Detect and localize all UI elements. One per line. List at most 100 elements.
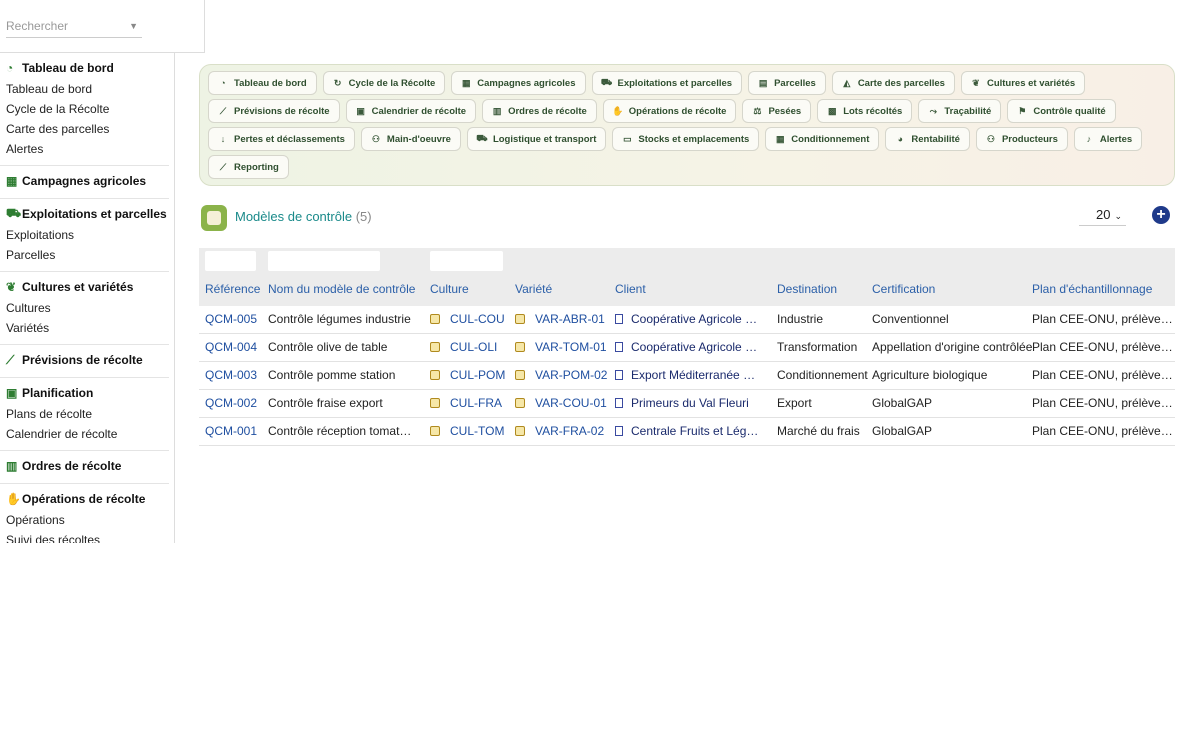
chart-line-icon: ⟋ <box>219 105 227 116</box>
nav-button[interactable]: ▩ Lots récoltés <box>817 99 913 123</box>
reference-link[interactable]: QCM-005 <box>205 312 257 326</box>
table-row[interactable]: QCM-001 Contrôle réception tomate … CUL-TO… <box>199 418 1175 446</box>
tractor-icon: ⛟ <box>6 206 22 220</box>
nav-button-label: Opérations de récolte <box>628 105 727 117</box>
nav-button[interactable]: ⚑ Contrôle qualité <box>1007 99 1116 123</box>
nav-button[interactable]: ◕ Rentabilité <box>885 127 970 151</box>
sidebar-group-header[interactable]: ✋ Opérations de récolte <box>0 488 169 510</box>
variety-link[interactable]: VAR-COU-01 <box>515 396 607 410</box>
variety-code: VAR-POM-02 <box>535 368 608 382</box>
nav-button[interactable]: ▦ Conditionnement <box>765 127 880 151</box>
sidebar-item[interactable]: Alertes <box>0 139 169 159</box>
table-row[interactable]: QCM-003 Contrôle pomme station CUL-POM VAR-… <box>199 362 1175 390</box>
table-row[interactable]: QCM-002 Contrôle fraise export CUL-FRA VAR-… <box>199 390 1175 418</box>
nav-button[interactable]: ⛟ Exploitations et parcelles <box>591 71 743 95</box>
table-row[interactable]: QCM-004 Contrôle olive de table CUL-OLI VAR… <box>199 334 1175 362</box>
reference-link[interactable]: QCM-003 <box>205 368 257 382</box>
sidebar-item[interactable]: Opérations <box>0 510 169 530</box>
sidebar-group-header[interactable]: ▣ Planification <box>0 382 169 404</box>
filter-name[interactable] <box>268 251 380 271</box>
client-link[interactable]: Coopérative Agricole de… <box>615 312 763 326</box>
nav-button[interactable]: ▣ Calendrier de récolte <box>345 99 477 123</box>
culture-link[interactable]: CUL-POM <box>430 368 505 382</box>
page-size-select[interactable]: 20 ⌄ <box>1079 205 1126 226</box>
nav-button[interactable]: ⟋ Prévisions de récolte <box>208 99 340 123</box>
sidebar-item[interactable]: Cultures <box>0 298 169 318</box>
column-header[interactable]: Nom du modèle de contrôle <box>268 282 415 296</box>
culture-link[interactable]: CUL-FRA <box>430 396 502 410</box>
sidebar-group-header[interactable]: ⛟ Exploitations et parcelles <box>0 203 169 225</box>
reference-link[interactable]: QCM-002 <box>205 396 257 410</box>
sampling-plan: Plan CEE-ONU, prélèveme… <box>1032 368 1175 382</box>
column-header[interactable]: Destination <box>777 282 837 296</box>
nav-button[interactable]: ↻ Cycle de la Récolte <box>322 71 446 95</box>
destination: Transformation <box>777 340 858 354</box>
variety-link[interactable]: VAR-TOM-01 <box>515 340 607 354</box>
filter-culture[interactable] <box>430 251 503 271</box>
sidebar-group-title: Ordres de récolte <box>22 459 122 473</box>
nav-button[interactable]: ⤳ Traçabilité <box>918 99 1002 123</box>
column-header[interactable]: Certification <box>872 282 935 296</box>
client-link[interactable]: Centrale Fruits et Légum… <box>615 424 763 438</box>
sidebar-group-title: Planification <box>22 386 94 400</box>
nav-button-label: Tableau de bord <box>234 77 307 89</box>
sidebar-group-header[interactable]: ▥ Ordres de récolte <box>0 455 169 477</box>
nav-button[interactable]: ▦ Campagnes agricoles <box>451 71 586 95</box>
sidebar-item[interactable]: Exploitations <box>0 225 169 245</box>
nav-button[interactable]: ▭ Stocks et emplacements <box>612 127 760 151</box>
variety-link[interactable]: VAR-POM-02 <box>515 368 607 382</box>
nav-button[interactable]: ⚇ Main-d'oeuvre <box>360 127 461 151</box>
client-link[interactable]: Primeurs du Val Fleuri <box>615 396 763 410</box>
sidebar-item[interactable]: Plans de récolte <box>0 404 169 424</box>
sidebar-item[interactable]: Carte des parcelles <box>0 119 169 139</box>
culture-link[interactable]: CUL-COU <box>430 312 505 326</box>
client-link[interactable]: Export Méditerranée Frais <box>615 368 763 382</box>
nav-button[interactable]: ◭ Carte des parcelles <box>831 71 955 95</box>
nav-button[interactable]: ⛟ Logistique et transport <box>466 127 607 151</box>
nav-button[interactable]: ▥ Ordres de récolte <box>482 99 597 123</box>
search-input[interactable]: Rechercher ▼ <box>6 14 142 38</box>
sidebar-group-header[interactable]: ⟋ Prévisions de récolte <box>0 349 169 371</box>
nav-button[interactable]: ⚇ Producteurs <box>975 127 1068 151</box>
client-link[interactable]: Coopérative Agricole de… <box>615 340 763 354</box>
certification: Agriculture biologique <box>872 368 988 382</box>
variety-link[interactable]: VAR-ABR-01 <box>515 312 605 326</box>
variety-link[interactable]: VAR-FRA-02 <box>515 424 604 438</box>
nav-button[interactable]: ▤ Parcelles <box>748 71 826 95</box>
column-header[interactable]: Client <box>615 282 646 296</box>
column-header[interactable]: Culture <box>430 282 469 296</box>
sidebar-item[interactable]: Tableau de bord <box>0 79 169 99</box>
nav-button[interactable]: ⚖ Pesées <box>742 99 812 123</box>
column-header[interactable]: Référence <box>205 282 260 296</box>
calendar-icon: ▦ <box>462 77 471 88</box>
sidebar-item[interactable]: Calendrier de récolte <box>0 424 169 444</box>
nav-button[interactable]: ⟋ Reporting <box>208 155 289 179</box>
client-name: Export Méditerranée Frais <box>631 368 761 382</box>
nav-button[interactable]: ♪ Alertes <box>1073 127 1143 151</box>
sidebar-item[interactable]: Cycle de la Récolte <box>0 99 169 119</box>
nav-button-label: Pesées <box>768 105 802 117</box>
sidebar-item[interactable]: Parcelles <box>0 245 169 265</box>
sidebar-group-header[interactable]: ▦ Campagnes agricoles <box>0 170 169 192</box>
culture-link[interactable]: CUL-TOM <box>430 424 504 438</box>
column-header[interactable]: Plan d'échantillonnage <box>1032 282 1152 296</box>
culture-link[interactable]: CUL-OLI <box>430 340 497 354</box>
table-row[interactable]: QCM-005 Contrôle légumes industrie CUL-COU… <box>199 306 1175 334</box>
nav-button[interactable]: ✋ Opérations de récolte <box>602 99 737 123</box>
chevron-down-icon[interactable]: ▼ <box>129 14 138 38</box>
nav-button[interactable]: ↓ Pertes et déclassements <box>208 127 355 151</box>
sidebar-group-header[interactable]: ❦ Cultures et variétés <box>0 276 169 298</box>
sidebar-group-header[interactable]: ◔ Tableau de bord <box>0 57 169 79</box>
sidebar-item[interactable]: Variétés <box>0 318 169 338</box>
destination: Export <box>777 396 812 410</box>
add-button[interactable]: + <box>1152 206 1170 224</box>
reference-link[interactable]: QCM-004 <box>205 340 257 354</box>
clipboard-check-icon: ▥ <box>492 105 502 116</box>
column-header[interactable]: Variété <box>515 282 552 296</box>
nav-button[interactable]: ◔ Tableau de bord <box>208 71 317 95</box>
nav-button[interactable]: ❦ Cultures et variétés <box>960 71 1086 95</box>
reference-link[interactable]: QCM-001 <box>205 424 257 438</box>
variety-icon <box>515 426 525 436</box>
sidebar-item[interactable]: Suivi des récoltes <box>0 530 169 543</box>
filter-reference[interactable] <box>205 251 256 271</box>
